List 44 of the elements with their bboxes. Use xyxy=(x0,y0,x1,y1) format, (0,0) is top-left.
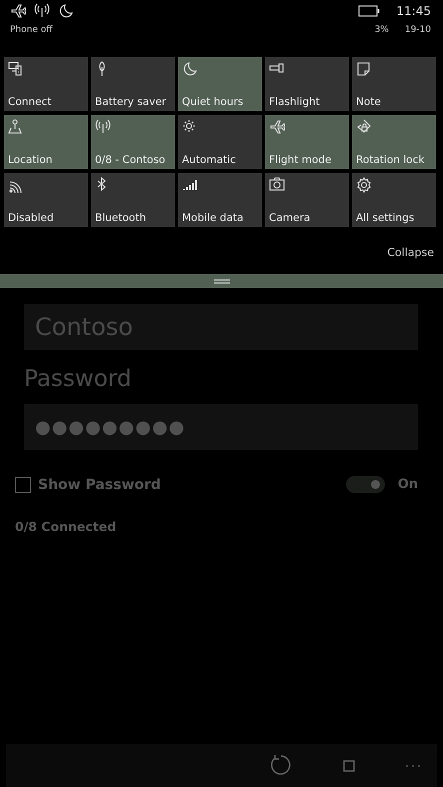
password-label: Password xyxy=(24,366,132,394)
quick-action-tile[interactable]: Connect xyxy=(4,57,88,111)
quick-action-tile[interactable]: Battery saver xyxy=(91,57,175,111)
quick-action-tile[interactable]: Automatic xyxy=(178,115,262,169)
square-icon[interactable] xyxy=(343,760,355,772)
battery-percent: 3% xyxy=(374,25,389,35)
location-icon xyxy=(8,119,24,135)
quick-action-tile[interactable]: Flashlight xyxy=(265,57,349,111)
quick-action-tile[interactable]: Rotation lock xyxy=(352,115,436,169)
carrier-text: Phone off xyxy=(10,25,52,35)
quick-action-tile[interactable]: Note xyxy=(352,57,436,111)
moon-icon xyxy=(58,3,74,19)
rotation-lock-icon xyxy=(356,119,372,135)
collapse-button[interactable]: Collapse xyxy=(387,245,434,260)
more-icon[interactable] xyxy=(405,764,421,768)
antenna-icon xyxy=(95,119,111,135)
note-icon xyxy=(356,61,372,77)
camera-icon xyxy=(269,177,285,193)
quick-action-tile[interactable]: Flight mode xyxy=(265,115,349,169)
moon-icon xyxy=(182,61,198,77)
signal-bars-icon xyxy=(182,177,198,193)
toggle-label: On xyxy=(398,477,418,492)
quick-action-tile[interactable]: All settings xyxy=(352,173,436,227)
quick-action-tile[interactable]: Location xyxy=(4,115,88,169)
quick-action-tile[interactable]: Bluetooth xyxy=(91,173,175,227)
quick-action-tile[interactable]: Disabled xyxy=(4,173,88,227)
quick-action-tile[interactable]: Mobile data xyxy=(178,173,262,227)
connected-count: 0/8 Connected xyxy=(15,519,118,534)
drag-handle-bar[interactable] xyxy=(0,274,443,288)
toggle-switch[interactable] xyxy=(346,476,385,493)
quick-action-tile[interactable]: Camera xyxy=(265,173,349,227)
sun-icon xyxy=(182,119,198,135)
screens-icon xyxy=(8,61,24,77)
quick-action-tile[interactable]: Quiet hours xyxy=(178,57,262,111)
gear-icon xyxy=(356,177,372,193)
antenna-icon xyxy=(34,3,50,19)
battery-icon xyxy=(358,5,380,17)
grip-icon xyxy=(214,278,230,284)
refresh-icon[interactable] xyxy=(269,754,293,778)
airplane-icon xyxy=(269,119,285,135)
date-text: 19-10 xyxy=(404,25,431,35)
time-text: 11:45 xyxy=(396,4,431,18)
quick-action-tile[interactable]: 0/8 - Contoso xyxy=(91,115,175,169)
airplane-icon xyxy=(10,3,26,19)
